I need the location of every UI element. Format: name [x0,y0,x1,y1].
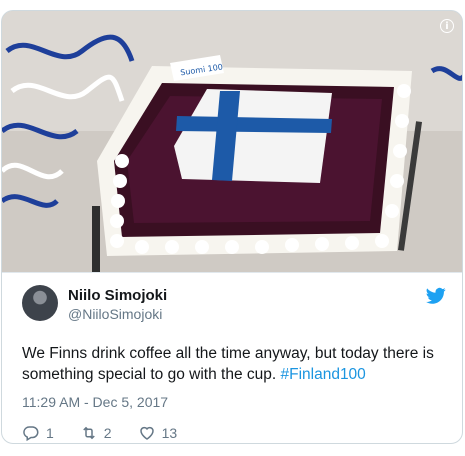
reply-icon [23,426,39,442]
author-name[interactable]: Niilo Simojoki [68,287,167,304]
reply-count: 1 [46,425,54,441]
tweet-header: Niilo Simojoki @NiiloSimojoki [22,285,446,325]
tweet-card[interactable]: Suomi 100 i Niilo Simojoki @NiiloSimojok… [1,10,463,444]
hashtag-link[interactable]: #Finland100 [280,366,365,383]
heart-icon [139,426,154,440]
retweet-count: 2 [103,425,112,441]
info-icon[interactable]: i [440,19,454,33]
tweet-photo[interactable]: Suomi 100 i [2,11,462,273]
tweet-actions: 1 2 13 [22,423,177,443]
retweet-button[interactable]: 2 [80,424,112,442]
tweet-timestamp[interactable]: 11:29 AM - Dec 5, 2017 [22,394,168,410]
retweet-icon [83,426,95,440]
avatar[interactable] [22,285,58,321]
reply-button[interactable]: 1 [22,424,54,442]
cake-photo: Suomi 100 [2,11,462,272]
tweet-body: We Finns drink coffee all the time anywa… [22,345,434,383]
twitter-bird-icon[interactable] [426,287,446,305]
tweet-text: We Finns drink coffee all the time anywa… [22,343,444,385]
like-count: 13 [161,425,178,441]
author-handle[interactable]: @NiiloSimojoki [68,306,162,322]
like-button[interactable]: 13 [138,424,178,442]
